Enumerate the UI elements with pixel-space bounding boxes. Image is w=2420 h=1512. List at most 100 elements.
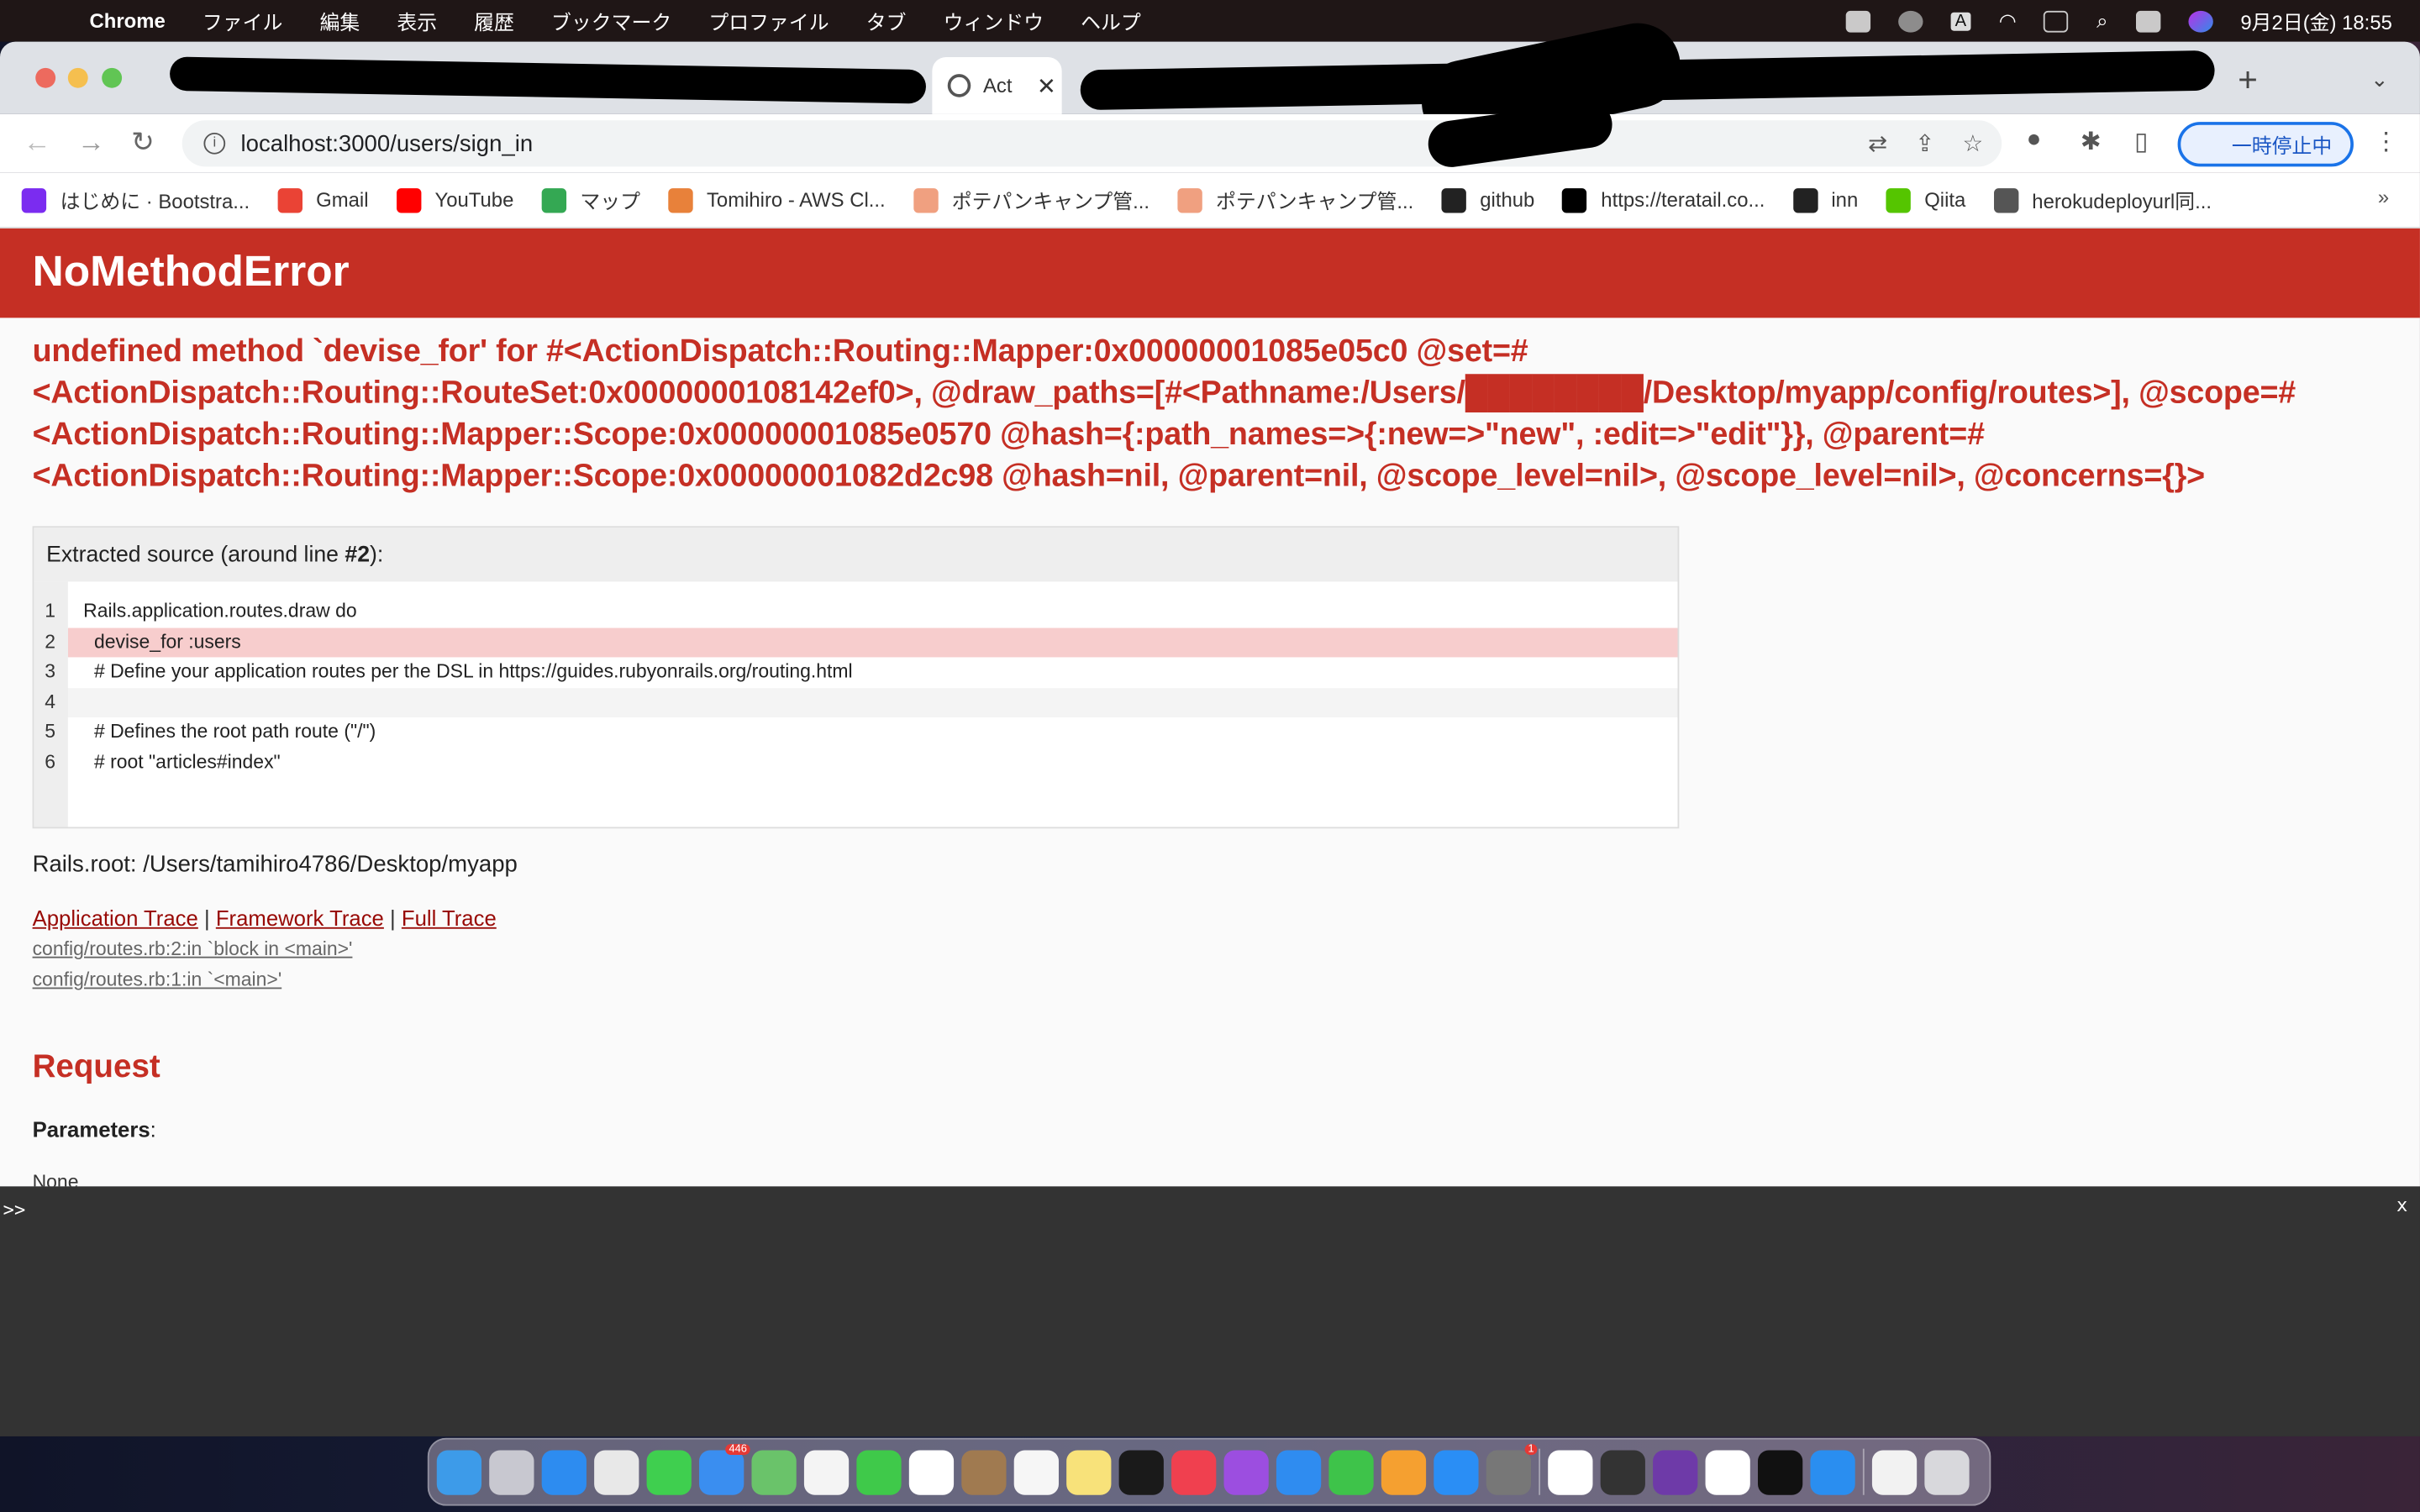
bookmark-item[interactable]: https://teratail.co... (1562, 185, 1765, 214)
console-prompt[interactable]: >> (3, 1199, 26, 1221)
docker-status-icon[interactable] (1845, 9, 1870, 32)
chrome-icon[interactable] (594, 1449, 639, 1494)
system-preferences-icon[interactable]: 1 (1486, 1443, 1538, 1494)
podcasts-icon[interactable] (1223, 1449, 1269, 1494)
bookmark-item[interactable]: Gmail (277, 185, 369, 214)
trace-frame[interactable]: config/routes.rb:1:in `<main>' (33, 969, 282, 990)
menu-item[interactable]: ウィンドウ (944, 6, 1044, 35)
tv-icon[interactable] (1118, 1449, 1164, 1494)
trace-frame[interactable]: config/routes.rb:2:in `block in <main>' (33, 938, 353, 960)
translate-icon[interactable]: ⇄ (1868, 129, 1887, 157)
bookmark-item[interactable]: ポテパンキャンプ管... (913, 185, 1150, 214)
facetime-icon[interactable] (856, 1449, 902, 1494)
web-console[interactable]: >> x (0, 1186, 2420, 1436)
back-button[interactable]: ← (24, 127, 51, 160)
bookmark-item[interactable]: Tomihiro - AWS Cl... (668, 185, 886, 214)
reload-button[interactable]: ↻ (131, 127, 155, 160)
reminders-icon[interactable] (1013, 1449, 1059, 1494)
status-icon[interactable] (1897, 9, 1923, 32)
bookmark-star-icon[interactable]: ☆ (1962, 129, 1983, 157)
address-bar[interactable]: i localhost:3000/users/sign_in ⇄ ⇪ ☆ (182, 120, 2002, 167)
full-trace-link[interactable]: Full Trace (402, 906, 497, 930)
bookmark-item[interactable]: inn (1792, 185, 1858, 214)
bookmark-label: ポテパンキャンプ管... (1215, 189, 1414, 213)
code-text: # root "articles#index" (83, 751, 281, 774)
input-source-indicator[interactable]: A (1950, 11, 1971, 30)
document-icon[interactable] (1871, 1449, 1918, 1494)
safari-icon[interactable] (541, 1449, 587, 1494)
menu-item[interactable]: 表示 (397, 6, 437, 35)
tab-active[interactable]: Act ✕ (932, 56, 1062, 114)
finder-icon[interactable] (436, 1449, 482, 1494)
minimize-window-button[interactable] (67, 67, 88, 88)
control-center-icon[interactable] (2135, 9, 2160, 32)
numbers-icon[interactable] (1328, 1449, 1374, 1494)
rails-error-page: NoMethodError undefined method `devise_f… (0, 228, 2420, 1187)
application-trace-link[interactable]: Application Trace (33, 906, 198, 930)
docker-icon[interactable] (1810, 1449, 1855, 1494)
side-panel-icon[interactable]: ▯ (2134, 127, 2148, 158)
keychain-icon[interactable] (1600, 1449, 1645, 1494)
framework-trace-link[interactable]: Framework Trace (216, 906, 384, 930)
more-bookmarks-icon[interactable]: » (2378, 185, 2389, 208)
bookmark-item[interactable]: herokudeployurl同... (1993, 185, 2212, 214)
app-store-icon[interactable] (1434, 1449, 1479, 1494)
tab-search-chevron-icon[interactable]: ⌄ (2370, 66, 2389, 92)
messages-icon[interactable] (646, 1449, 692, 1494)
bookmark-item[interactable]: はじめに · Bootstra... (21, 185, 250, 214)
bookmark-item[interactable]: YouTube (396, 185, 513, 214)
chrome-menu-icon[interactable]: ⋮ (2374, 127, 2398, 158)
calendar-icon[interactable] (908, 1449, 955, 1494)
trace-separator: | (383, 906, 402, 931)
site-info-icon[interactable]: i (203, 132, 226, 155)
keynote-icon[interactable] (1276, 1449, 1322, 1494)
bookmark-item[interactable]: github (1441, 185, 1534, 214)
line-number: 2 (45, 630, 56, 653)
menu-item[interactable]: タブ (866, 6, 907, 35)
close-tab-icon[interactable]: ✕ (1037, 71, 1056, 99)
globe-icon (947, 74, 971, 97)
wifi-icon[interactable]: ◠ (1999, 8, 2017, 33)
clock[interactable]: 9月2日(金) 18:55 (2240, 6, 2391, 35)
menu-item[interactable]: ファイル (203, 6, 283, 35)
notes-icon[interactable] (1066, 1449, 1112, 1494)
menu-app-name[interactable]: Chrome (90, 9, 166, 33)
zoom-window-button[interactable] (102, 67, 123, 88)
bookmark-favicon-icon (541, 187, 566, 213)
share-icon[interactable]: ⇪ (1915, 129, 1934, 157)
pages-icon[interactable] (1381, 1449, 1427, 1494)
url-text[interactable]: localhost:3000/users/sign_in (241, 130, 534, 156)
battery-icon[interactable] (2044, 9, 2070, 32)
close-window-button[interactable] (35, 67, 56, 88)
menu-item[interactable]: 編集 (319, 6, 360, 35)
siri-icon[interactable] (2187, 9, 2213, 32)
vscode-icon[interactable] (1705, 1449, 1750, 1494)
bookmark-item[interactable]: マップ (541, 185, 640, 214)
error-message: undefined method `devise_for' for #<Acti… (32, 333, 2296, 494)
menu-item[interactable]: ブックマーク (551, 6, 671, 35)
github-desktop-icon[interactable] (1653, 1449, 1698, 1494)
mail-icon[interactable]: 446 (699, 1443, 750, 1494)
menu-item[interactable]: プロファイル (708, 6, 829, 35)
bookmark-favicon-icon (277, 187, 302, 213)
bookmark-item[interactable]: Qiita (1886, 185, 1965, 214)
photos-icon[interactable] (803, 1449, 850, 1494)
bookmark-item[interactable]: ポテパンキャンプ管... (1177, 185, 1413, 214)
parameters-value: None (32, 1171, 79, 1187)
menu-item[interactable]: ヘルプ (1081, 6, 1141, 35)
trash-icon[interactable] (1924, 1449, 1970, 1494)
contacts-icon[interactable] (961, 1449, 1007, 1494)
terminal-icon[interactable] (1758, 1449, 1803, 1494)
extension-icon[interactable]: ● (2027, 127, 2042, 155)
console-close-button[interactable]: x (2396, 1194, 2407, 1216)
profile-paused-button[interactable]: 一時停止中 (2177, 122, 2354, 167)
extensions-puzzle-icon[interactable]: ✱ (2081, 127, 2102, 158)
menu-item[interactable]: 履歴 (474, 6, 514, 35)
maps-icon[interactable] (751, 1449, 797, 1494)
new-tab-button[interactable]: + (2238, 60, 2258, 101)
forward-button[interactable]: → (77, 127, 105, 160)
slack-icon[interactable] (1548, 1449, 1593, 1494)
music-icon[interactable] (1171, 1449, 1217, 1494)
spotlight-search-icon[interactable]: ⌕ (2096, 8, 2107, 33)
launchpad-icon[interactable] (489, 1449, 534, 1494)
